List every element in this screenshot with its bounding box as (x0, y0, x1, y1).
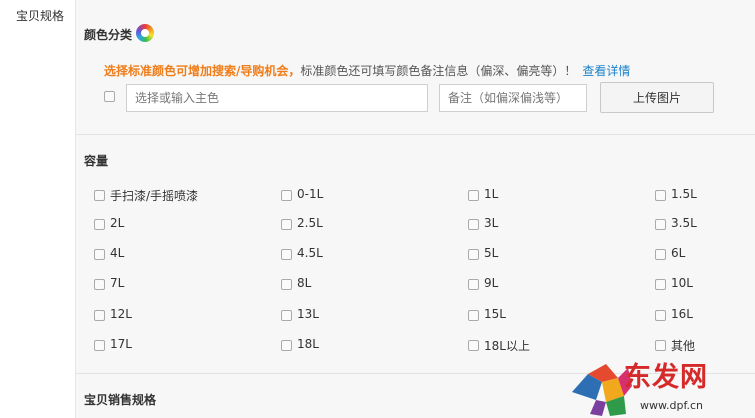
capacity-checkbox[interactable] (94, 310, 105, 321)
capacity-checkbox[interactable] (281, 279, 292, 290)
capacity-checkbox[interactable] (94, 279, 105, 290)
capacity-option-label: 9L (484, 276, 499, 290)
capacity-checkbox[interactable] (281, 310, 292, 321)
main-color-checkbox[interactable] (104, 91, 115, 102)
capacity-checkbox[interactable] (468, 279, 479, 290)
capacity-option-label: 2L (110, 216, 125, 230)
capacity-checkbox[interactable] (281, 249, 292, 260)
capacity-checkbox[interactable] (94, 249, 105, 260)
capacity-checkbox[interactable] (655, 249, 666, 260)
capacity-checkbox[interactable] (655, 190, 666, 201)
capacity-option-label: 3.5L (671, 216, 697, 230)
capacity-option-label: 2.5L (297, 216, 323, 230)
watermark-url: www.dpf.cn (640, 399, 704, 412)
capacity-option-label: 1L (484, 187, 499, 201)
color-tip: 选择标准颜色可增加搜索/导购机会，标准颜色还可填写颜色备注信息（偏深、偏亮等）！… (104, 62, 630, 79)
capacity-option-label: 0-1L (297, 187, 324, 201)
capacity-checkbox[interactable] (468, 219, 479, 230)
color-note-input[interactable] (439, 84, 587, 112)
capacity-checkbox[interactable] (655, 310, 666, 321)
capacity-checkbox[interactable] (468, 249, 479, 260)
capacity-checkbox[interactable] (468, 310, 479, 321)
capacity-option-label: 18L以上 (484, 339, 530, 353)
main-color-input[interactable] (126, 84, 428, 112)
capacity-checkbox[interactable] (468, 340, 479, 351)
capacity-checkbox[interactable] (94, 219, 105, 230)
color-section-title: 颜色分类 (84, 28, 133, 42)
capacity-option-label: 5L (484, 246, 499, 260)
capacity-checkbox[interactable] (281, 340, 292, 351)
capacity-option-label: 12L (110, 307, 132, 321)
capacity-checkbox[interactable] (655, 340, 666, 351)
spec-label: 宝贝规格 (16, 9, 65, 23)
capacity-option-label: 4L (110, 246, 125, 260)
capacity-section-title: 容量 (84, 154, 109, 168)
capacity-checkbox[interactable] (281, 190, 292, 201)
capacity-option-label: 8L (297, 276, 312, 290)
section-divider (75, 134, 755, 135)
capacity-checkbox[interactable] (94, 340, 105, 351)
capacity-option-label: 手扫漆/手摇喷漆 (110, 189, 199, 203)
capacity-checkbox[interactable] (281, 219, 292, 230)
capacity-checkbox[interactable] (655, 279, 666, 290)
sales-section-title: 宝贝销售规格 (84, 393, 157, 407)
capacity-option-label: 1.5L (671, 187, 697, 201)
view-details-link[interactable]: 查看详情 (582, 64, 630, 78)
capacity-option-label: 17L (110, 337, 132, 351)
capacity-option-label: 10L (671, 276, 693, 290)
capacity-option-label: 6L (671, 246, 686, 260)
capacity-checkbox[interactable] (94, 190, 105, 201)
capacity-option-label: 15L (484, 307, 506, 321)
color-tip-highlight: 选择标准颜色可增加搜索/导购机会， (104, 64, 301, 78)
capacity-checkbox[interactable] (655, 219, 666, 230)
upload-image-button[interactable]: 上传图片 (600, 82, 714, 113)
capacity-option-label: 13L (297, 307, 319, 321)
capacity-option-label: 16L (671, 307, 693, 321)
capacity-option-label: 3L (484, 216, 499, 230)
capacity-checkbox[interactable] (468, 190, 479, 201)
capacity-option-label: 4.5L (297, 246, 323, 260)
capacity-option-label: 18L (297, 337, 319, 351)
color-wheel-icon (136, 24, 154, 42)
color-tip-text: 标准颜色还可填写颜色备注信息（偏深、偏亮等）！ (300, 64, 577, 78)
watermark-brand: 东发网 (624, 362, 708, 393)
capacity-option-label: 7L (110, 276, 125, 290)
